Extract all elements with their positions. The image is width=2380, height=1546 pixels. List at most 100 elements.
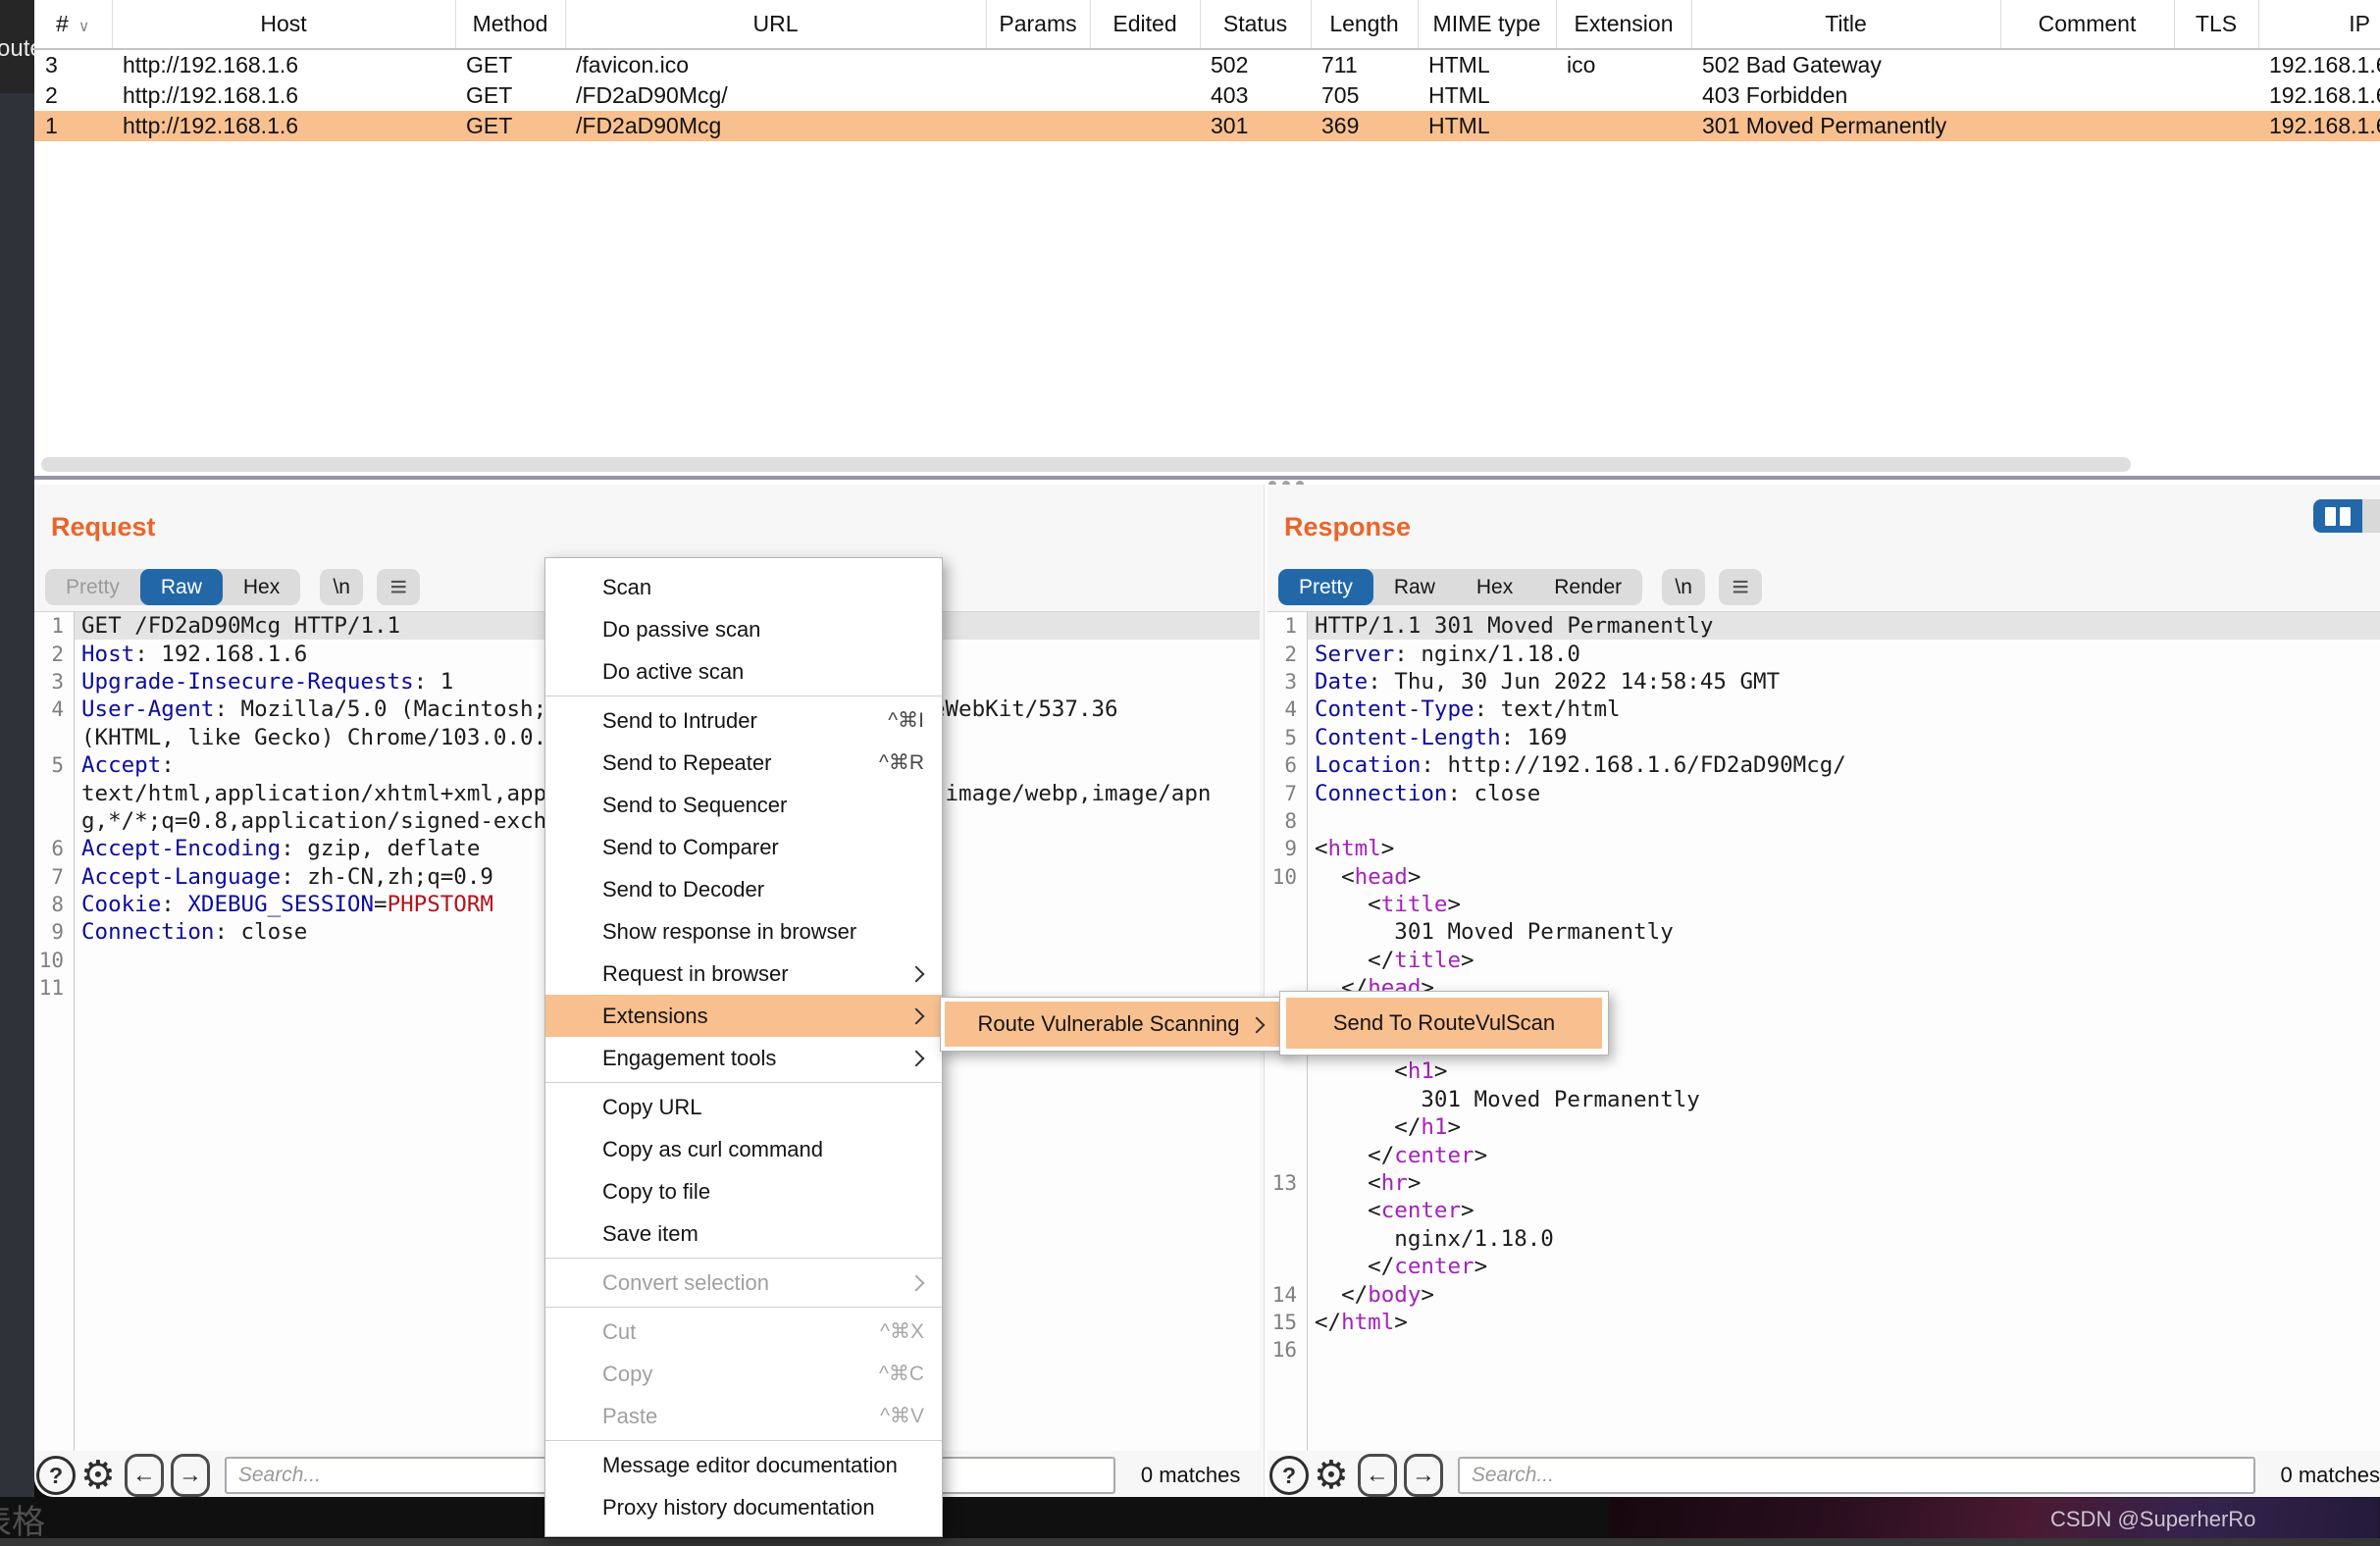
help-icon[interactable]: ? bbox=[36, 1456, 76, 1495]
horizontal-scrollbar[interactable] bbox=[41, 457, 2131, 472]
column-header-mime-type[interactable]: MIME type bbox=[1418, 0, 1556, 49]
menu-item-save-item[interactable]: Save item bbox=[545, 1212, 942, 1255]
cell-ip: 192.168.1.6 bbox=[2258, 111, 2380, 141]
request-tab-raw[interactable]: Raw bbox=[140, 569, 223, 605]
menu-item-send-to-sequencer[interactable]: Send to Sequencer bbox=[545, 784, 942, 826]
menu-item-message-editor-documentation[interactable]: Message editor documentation bbox=[545, 1444, 942, 1486]
editor-line: </h1> bbox=[1268, 1113, 2380, 1141]
response-search-input[interactable] bbox=[1458, 1457, 2255, 1494]
cell-ip: 192.168.1.6 bbox=[2258, 80, 2380, 111]
search-next-button[interactable]: → bbox=[171, 1454, 210, 1497]
arrow-right-icon: → bbox=[1412, 1462, 1435, 1489]
response-newline-toggle-button[interactable]: \n bbox=[1662, 569, 1705, 605]
extensions-submenu: Route Vulnerable Scanning bbox=[940, 997, 1287, 1052]
menu-item-do-active-scan[interactable]: Do active scan bbox=[545, 650, 942, 693]
cell-edited bbox=[1090, 80, 1200, 111]
column-header-edited[interactable]: Edited bbox=[1090, 0, 1200, 49]
column-header-ip[interactable]: IP bbox=[2258, 0, 2380, 49]
column-header-url[interactable]: URL bbox=[565, 0, 986, 49]
menu-item-send-to-intruder[interactable]: Send to Intruder^⌘I bbox=[545, 699, 942, 742]
menu-separator bbox=[545, 1082, 942, 1083]
settings-gear-icon[interactable]: ⚙ bbox=[80, 1453, 116, 1497]
help-icon[interactable]: ? bbox=[1269, 1456, 1309, 1495]
editor-line: 4Content-Type: text/html bbox=[1268, 696, 2380, 723]
layout-columns-button[interactable] bbox=[2313, 499, 2362, 533]
column-header-method[interactable]: Method bbox=[455, 0, 565, 49]
menu-item-scan[interactable]: Scan bbox=[545, 566, 942, 608]
response-menu-button[interactable]: ≡ bbox=[1719, 569, 1762, 605]
cell-status: 403 bbox=[1200, 80, 1311, 111]
menu-item-copy: Copy^⌘C bbox=[545, 1353, 942, 1395]
taskbar-edge bbox=[0, 1538, 2380, 1546]
menu-item-send-to-comparer[interactable]: Send to Comparer bbox=[545, 826, 942, 868]
cell-length: 369 bbox=[1311, 111, 1418, 141]
shortcut-label: ^⌘R bbox=[879, 742, 924, 784]
response-panel-title: Response bbox=[1284, 512, 1411, 542]
column-header-params[interactable]: Params bbox=[986, 0, 1090, 49]
search-prev-button[interactable]: ← bbox=[125, 1454, 164, 1497]
column-header-length[interactable]: Length bbox=[1311, 0, 1418, 49]
request-tab-pretty[interactable]: Pretty bbox=[45, 569, 140, 605]
editor-line: 7Connection: close bbox=[1268, 779, 2380, 806]
cell-url: /FD2aD90Mcg/ bbox=[565, 80, 986, 111]
submenu-arrow-icon bbox=[908, 1275, 925, 1292]
menu-item-copy-as-curl-command[interactable]: Copy as curl command bbox=[545, 1128, 942, 1170]
request-tabs: PrettyRawHex \n ≡ bbox=[45, 569, 420, 605]
request-newline-toggle-button[interactable]: \n bbox=[320, 569, 363, 605]
menu-separator bbox=[545, 1440, 942, 1441]
menu-item-send-to-repeater[interactable]: Send to Repeater^⌘R bbox=[545, 742, 942, 784]
response-match-count: 0 matches bbox=[2281, 1463, 2380, 1488]
cell-length: 711 bbox=[1311, 49, 1418, 80]
request-tab-hex[interactable]: Hex bbox=[223, 569, 300, 605]
menu-item-copy-to-file[interactable]: Copy to file bbox=[545, 1170, 942, 1212]
column-header-host[interactable]: Host bbox=[112, 0, 455, 49]
history-row[interactable]: 2http://192.168.1.6GET/FD2aD90Mcg/403705… bbox=[34, 80, 2380, 111]
request-menu-button[interactable]: ≡ bbox=[377, 569, 420, 605]
shortcut-label: ^⌘V bbox=[880, 1395, 924, 1437]
settings-gear-icon[interactable]: ⚙ bbox=[1314, 1453, 1349, 1497]
cell-host: http://192.168.1.6 bbox=[112, 111, 455, 141]
menu-item-send-to-decoder[interactable]: Send to Decoder bbox=[545, 868, 942, 910]
editor-line: nginx/1.18.0 bbox=[1268, 1225, 2380, 1253]
cell-status: 301 bbox=[1200, 111, 1311, 141]
response-tab-hex[interactable]: Hex bbox=[1456, 569, 1533, 605]
panel-splitter[interactable] bbox=[34, 476, 2380, 480]
layout-rows-button[interactable] bbox=[2362, 499, 2380, 533]
cell-params bbox=[986, 80, 1090, 111]
column-header-[interactable]: #∨ bbox=[34, 0, 112, 49]
menu-item-show-response-in-browser[interactable]: Show response in browser bbox=[545, 910, 942, 953]
response-tab-raw[interactable]: Raw bbox=[1373, 569, 1456, 605]
editor-line: 8 bbox=[1268, 807, 2380, 835]
editor-line: 9<html> bbox=[1268, 835, 2380, 862]
menu-item-extensions[interactable]: Extensions bbox=[545, 995, 942, 1037]
column-header-status[interactable]: Status bbox=[1200, 0, 1311, 49]
cell-mime-type: HTML bbox=[1418, 49, 1556, 80]
cell-status: 502 bbox=[1200, 49, 1311, 80]
editor-line: 2Server: nginx/1.18.0 bbox=[1268, 640, 2380, 667]
menu-item-engagement-tools[interactable]: Engagement tools bbox=[545, 1037, 942, 1079]
cell-mime-type: HTML bbox=[1418, 111, 1556, 141]
response-tab-pretty[interactable]: Pretty bbox=[1278, 569, 1373, 605]
column-header-comment[interactable]: Comment bbox=[2000, 0, 2174, 49]
column-header-title[interactable]: Title bbox=[1691, 0, 2000, 49]
search-next-button[interactable]: → bbox=[1404, 1454, 1443, 1497]
submenu-arrow-icon bbox=[908, 1008, 925, 1025]
menu-item-proxy-history-documentation[interactable]: Proxy history documentation bbox=[545, 1486, 942, 1528]
menu-item-route-vulnerable-scanning[interactable]: Route Vulnerable Scanning bbox=[945, 1002, 1282, 1047]
cell-title: 403 Forbidden bbox=[1691, 80, 2000, 111]
history-row[interactable]: 1http://192.168.1.6GET/FD2aD90Mcg301369H… bbox=[34, 111, 2380, 141]
search-prev-button[interactable]: ← bbox=[1358, 1454, 1397, 1497]
menu-item-send-to-routevulscan[interactable]: Send To RouteVulScan bbox=[1286, 998, 1602, 1049]
menu-item-do-passive-scan[interactable]: Do passive scan bbox=[545, 608, 942, 650]
history-row[interactable]: 3http://192.168.1.6GET/favicon.ico502711… bbox=[34, 49, 2380, 80]
cell-comment bbox=[2000, 111, 2174, 141]
background-image-fragment bbox=[1609, 1497, 2380, 1540]
submenu-arrow-icon bbox=[1249, 1017, 1266, 1034]
menu-item-copy-url[interactable]: Copy URL bbox=[545, 1086, 942, 1128]
menu-item-request-in-browser[interactable]: Request in browser bbox=[545, 953, 942, 995]
cell-tls bbox=[2174, 111, 2258, 141]
column-header-tls[interactable]: TLS bbox=[2174, 0, 2258, 49]
column-header-extension[interactable]: Extension bbox=[1556, 0, 1691, 49]
response-tab-render[interactable]: Render bbox=[1533, 569, 1642, 605]
menu-separator bbox=[545, 1307, 942, 1308]
